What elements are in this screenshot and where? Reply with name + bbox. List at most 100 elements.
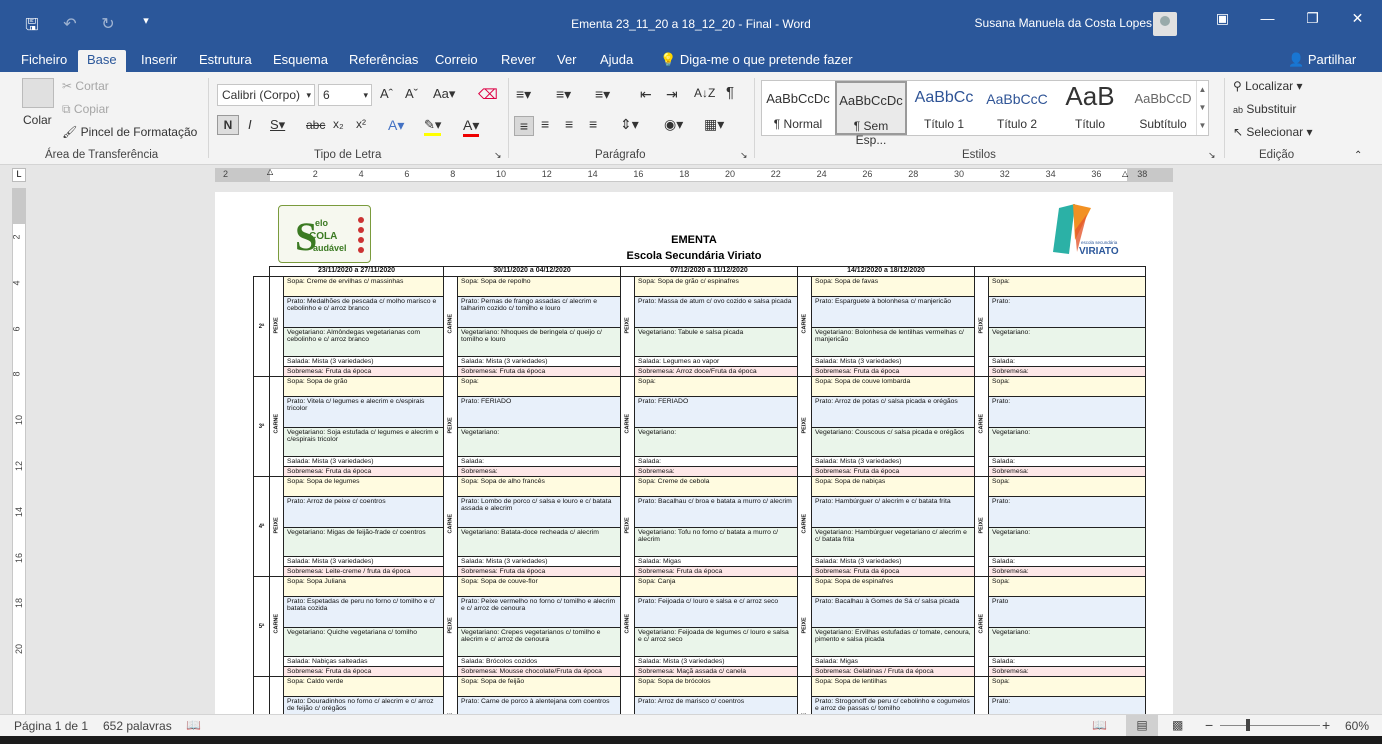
menu-cell-sobremesa[interactable]: Sobremesa: bbox=[988, 566, 1147, 577]
menu-cell-sobremesa[interactable]: Sobremesa: bbox=[988, 666, 1147, 677]
tell-me-search[interactable]: 💡 Diga-me o que pretende fazer bbox=[660, 50, 853, 70]
text-effects-icon[interactable]: A▾ bbox=[388, 117, 404, 134]
multilevel-list-icon[interactable]: ≡▾ bbox=[595, 86, 610, 103]
zoom-slider-thumb[interactable] bbox=[1246, 719, 1250, 731]
menu-cell-sopa[interactable]: Sopa: Canja bbox=[634, 576, 798, 597]
menu-cell-veg[interactable]: Vegetariano: Migas de feijão-frade c/ co… bbox=[283, 527, 444, 557]
change-case-icon[interactable]: Aa▾ bbox=[433, 86, 455, 102]
menu-cell-sopa[interactable]: Sopa: Sopa de favas bbox=[810, 276, 976, 297]
menu-cell-sobremesa[interactable]: Sobremesa: Arroz doce/Fruta da época bbox=[634, 366, 798, 377]
italic-button[interactable]: I bbox=[248, 117, 252, 132]
menu-cell-sopa[interactable]: Sopa: Sopa de couve lombarda bbox=[810, 376, 976, 397]
menu-cell-sopa[interactable]: Sopa: bbox=[988, 476, 1147, 497]
menu-cell-veg[interactable]: Vegetariano: Batata-doce recheada c/ ale… bbox=[457, 527, 621, 557]
menu-cell-prato[interactable]: Prato: Carne de porco à alentejana com c… bbox=[457, 696, 621, 714]
zoom-in-icon[interactable]: + bbox=[1322, 717, 1330, 733]
menu-cell-sopa[interactable]: Sopa: bbox=[988, 276, 1147, 297]
copy-button[interactable]: ⧉ Copiar bbox=[62, 102, 109, 117]
format-painter-button[interactable]: 🖌 Pincel de Formatação bbox=[62, 125, 197, 139]
sort-icon[interactable]: A↓Z bbox=[694, 86, 715, 100]
align-left-icon[interactable]: ≡ bbox=[514, 116, 534, 136]
menu-cell-sobremesa[interactable]: Sobremesa: Fruta da época bbox=[283, 466, 444, 477]
tab-referencias[interactable]: Referências bbox=[340, 50, 427, 72]
menu-cell-sopa[interactable]: Sopa: bbox=[988, 376, 1147, 397]
menu-cell-prato[interactable]: Prato: Lombo de porco c/ salsa e louro e… bbox=[457, 496, 621, 528]
page-count[interactable]: Página 1 de 1 bbox=[14, 719, 88, 733]
menu-cell-sobremesa[interactable]: Sobremesa: bbox=[457, 466, 621, 477]
highlight-icon[interactable]: ✎▾ bbox=[424, 117, 442, 136]
subscript-button[interactable]: x₂ bbox=[333, 117, 344, 131]
menu-cell-prato[interactable]: Prato: FERIADO bbox=[634, 396, 798, 428]
bullets-icon[interactable]: ≡▾ bbox=[516, 86, 531, 103]
menu-cell-salada[interactable]: Salada: Migas bbox=[634, 556, 798, 567]
menu-cell-veg[interactable]: Vegetariano: bbox=[988, 627, 1147, 657]
menu-cell-prato[interactable]: Prato: FERIADO bbox=[457, 396, 621, 428]
menu-cell-sobremesa[interactable]: Sobremesa: bbox=[988, 366, 1147, 377]
menu-cell-sopa[interactable]: Sopa: bbox=[988, 676, 1147, 697]
style-title[interactable]: AaB Título bbox=[1054, 81, 1126, 135]
numbering-icon[interactable]: ≡▾ bbox=[556, 86, 571, 103]
menu-cell-prato[interactable]: Prato: Arroz de marisco c/ coentros bbox=[634, 696, 798, 714]
menu-cell-sopa[interactable]: Sopa: Sopa de lentilhas bbox=[810, 676, 976, 697]
menu-cell-salada[interactable]: Salada: Mista (3 variedades) bbox=[810, 456, 976, 467]
collapse-ribbon-icon[interactable]: ⌃ bbox=[1354, 150, 1362, 161]
menu-cell-sopa[interactable]: Sopa: bbox=[457, 376, 621, 397]
paste-button[interactable]: Colar bbox=[23, 113, 52, 127]
line-spacing-icon[interactable]: ⇕▾ bbox=[620, 116, 639, 133]
font-name-field[interactable]: Calibri (Corpo) ▾ bbox=[217, 84, 315, 106]
menu-cell-veg[interactable]: Vegetariano: Quiche vegetariana c/ tomil… bbox=[283, 627, 444, 657]
close-icon[interactable]: ✕ bbox=[1335, 10, 1380, 27]
font-color-icon[interactable]: A▾ bbox=[463, 117, 480, 137]
strikethrough-button[interactable]: abc bbox=[306, 118, 325, 132]
menu-cell-veg[interactable]: Vegetariano: Couscous c/ salsa picada e … bbox=[810, 427, 976, 457]
menu-cell-prato[interactable]: Prato: Bacalhau à Gomes de Sá c/ salsa p… bbox=[810, 596, 976, 628]
menu-cell-salada[interactable]: Salada: Legumes ao vapor bbox=[634, 356, 798, 367]
font-dialog-launcher-icon[interactable]: ↘ bbox=[494, 150, 502, 161]
indent-marker-icon[interactable]: △ bbox=[267, 167, 273, 176]
menu-cell-veg[interactable]: Vegetariano: bbox=[988, 427, 1147, 457]
menu-cell-prato[interactable]: Prato: bbox=[988, 496, 1147, 528]
decrease-indent-icon[interactable]: ⇤ bbox=[640, 86, 652, 103]
menu-cell-veg[interactable]: Vegetariano: bbox=[457, 427, 621, 457]
underline-button[interactable]: S▾ bbox=[270, 117, 285, 133]
menu-cell-sobremesa[interactable]: Sobremesa: Fruta da época bbox=[283, 366, 444, 377]
menu-cell-sopa[interactable]: Sopa: Sopa de repolho bbox=[457, 276, 621, 297]
menu-cell-salada[interactable]: Salada: Mista (3 variedades) bbox=[283, 356, 444, 367]
menu-cell-sobremesa[interactable]: Sobremesa: Fruta da época bbox=[810, 366, 976, 377]
bold-button[interactable]: N bbox=[217, 115, 239, 135]
menu-cell-veg[interactable]: Vegetariano: Feijoada de legumes c/ lour… bbox=[634, 627, 798, 657]
tab-esquema[interactable]: Esquema bbox=[264, 50, 337, 72]
menu-cell-prato[interactable]: Prato: bbox=[988, 296, 1147, 328]
menu-cell-salada[interactable]: Salada: Migas bbox=[810, 656, 976, 667]
cut-button[interactable]: ✂ Cortar bbox=[62, 79, 109, 93]
menu-cell-prato[interactable]: Prato: Pernas de frango assadas c/ alecr… bbox=[457, 296, 621, 328]
vertical-ruler[interactable]: 2 4 6 8 10 12 14 16 18 20 bbox=[12, 188, 26, 714]
tab-estrutura[interactable]: Estrutura bbox=[190, 50, 261, 72]
menu-cell-veg[interactable]: Vegetariano: Almôndegas vegetarianas com… bbox=[283, 327, 444, 357]
menu-cell-sopa[interactable]: Sopa: Sopa de espinafres bbox=[810, 576, 976, 597]
avatar[interactable] bbox=[1153, 12, 1177, 36]
zoom-out-icon[interactable]: − bbox=[1205, 717, 1213, 733]
menu-cell-sobremesa[interactable]: Sobremesa: Maçã assada c/ canela bbox=[634, 666, 798, 677]
menu-cell-sopa[interactable]: Sopa: Sopa de legumes bbox=[283, 476, 444, 497]
menu-cell-sopa[interactable]: Sopa: Creme de cebola bbox=[634, 476, 798, 497]
style-heading2[interactable]: AaBbCcC Título 2 bbox=[981, 81, 1053, 135]
menu-cell-prato[interactable]: Prato: Feijoada c/ louro e salsa e c/ ar… bbox=[634, 596, 798, 628]
menu-cell-sopa[interactable]: Sopa: Sopa de alho francês bbox=[457, 476, 621, 497]
style-subtitle[interactable]: AaBbCcD Subtítulo bbox=[1127, 81, 1199, 135]
shrink-font-icon[interactable]: Aˇ bbox=[405, 86, 418, 101]
menu-cell-sopa[interactable]: Sopa: Sopa de nabiças bbox=[810, 476, 976, 497]
menu-cell-sobremesa[interactable]: Sobremesa: Gelatinas / Fruta da época bbox=[810, 666, 976, 677]
menu-cell-salada[interactable]: Salada: Mista (3 variedades) bbox=[457, 356, 621, 367]
borders-icon[interactable]: ▦▾ bbox=[704, 116, 724, 133]
ribbon-display-icon[interactable]: ▣ bbox=[1200, 10, 1245, 27]
share-button[interactable]: 👤 Partilhar bbox=[1288, 50, 1356, 70]
zoom-level[interactable]: 60% bbox=[1345, 719, 1369, 733]
menu-cell-sobremesa[interactable]: Sobremesa: bbox=[634, 466, 798, 477]
font-size-field[interactable]: 6 ▾ bbox=[318, 84, 372, 106]
menu-cell-salada[interactable]: Salada: bbox=[988, 656, 1147, 667]
menu-cell-prato[interactable]: Prato: bbox=[988, 396, 1147, 428]
proofing-icon[interactable]: 📖 bbox=[186, 718, 201, 732]
align-center-icon[interactable]: ≡ bbox=[541, 116, 549, 132]
menu-cell-prato[interactable]: Prato: Vitela c/ legumes e alecrim e c/e… bbox=[283, 396, 444, 428]
